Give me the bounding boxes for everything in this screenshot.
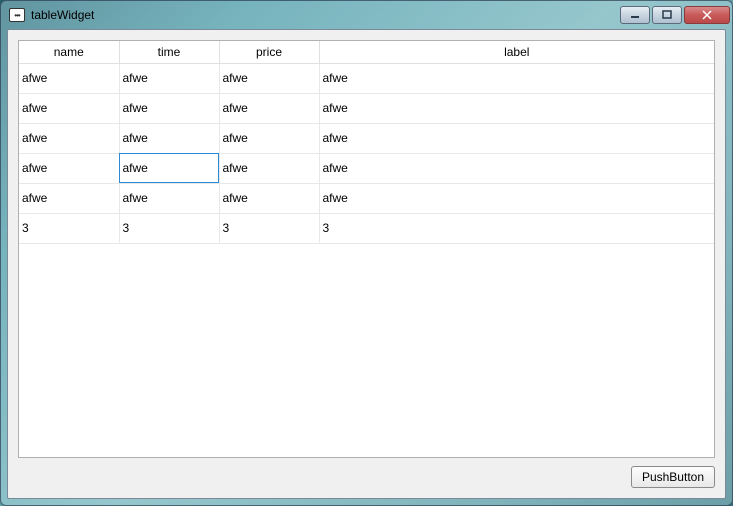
table-cell[interactable]: afwe bbox=[219, 63, 319, 93]
table-cell[interactable]: afwe bbox=[219, 183, 319, 213]
table-cell[interactable]: 3 bbox=[119, 213, 219, 243]
table-cell[interactable]: 3 bbox=[219, 213, 319, 243]
table-row: afweafweafweafwe bbox=[19, 93, 714, 123]
column-header-time[interactable]: time bbox=[119, 41, 219, 63]
column-header-price[interactable]: price bbox=[219, 41, 319, 63]
minimize-icon bbox=[630, 10, 640, 20]
close-icon bbox=[702, 10, 712, 20]
table-cell[interactable]: afwe bbox=[119, 123, 219, 153]
application-window: ••• tableWidget name time bbox=[0, 0, 733, 506]
table-cell[interactable]: afwe bbox=[119, 93, 219, 123]
table-cell[interactable]: afwe bbox=[219, 123, 319, 153]
table-cell[interactable]: 3 bbox=[319, 213, 714, 243]
table-cell[interactable]: afwe bbox=[19, 153, 119, 183]
table-cell[interactable]: afwe bbox=[219, 93, 319, 123]
table-header-row: name time price label bbox=[19, 41, 714, 63]
window-controls bbox=[618, 6, 730, 24]
table-cell[interactable]: afwe bbox=[19, 63, 119, 93]
table-row: 3333 bbox=[19, 213, 714, 243]
table-cell[interactable]: afwe bbox=[119, 63, 219, 93]
table-cell[interactable]: 3 bbox=[19, 213, 119, 243]
table-cell[interactable]: afwe bbox=[19, 183, 119, 213]
table-cell[interactable]: afwe bbox=[319, 183, 714, 213]
table-cell[interactable]: afwe bbox=[219, 153, 319, 183]
table-cell[interactable]: afwe bbox=[319, 93, 714, 123]
table-cell[interactable]: afwe bbox=[319, 123, 714, 153]
titlebar[interactable]: ••• tableWidget bbox=[1, 1, 732, 29]
column-header-name[interactable]: name bbox=[19, 41, 119, 63]
data-table: name time price label afweafweafweafweaf… bbox=[19, 41, 714, 244]
table-cell[interactable]: afwe bbox=[119, 183, 219, 213]
minimize-button[interactable] bbox=[620, 6, 650, 24]
table-row: afweafweafweafwe bbox=[19, 183, 714, 213]
button-row: PushButton bbox=[18, 458, 715, 488]
column-header-label[interactable]: label bbox=[319, 41, 714, 63]
table-row: afweafweafweafwe bbox=[19, 63, 714, 93]
close-button[interactable] bbox=[684, 6, 730, 24]
table-cell[interactable]: afwe bbox=[19, 93, 119, 123]
maximize-icon bbox=[662, 10, 672, 20]
table-cell[interactable]: afwe bbox=[19, 123, 119, 153]
table-widget[interactable]: name time price label afweafweafweafweaf… bbox=[18, 40, 715, 458]
maximize-button[interactable] bbox=[652, 6, 682, 24]
table-row: afweafweafweafwe bbox=[19, 123, 714, 153]
window-title: tableWidget bbox=[31, 8, 94, 22]
table-cell[interactable]: afwe bbox=[119, 153, 219, 183]
table-cell[interactable]: afwe bbox=[319, 63, 714, 93]
app-icon: ••• bbox=[9, 8, 25, 22]
table-row: afweafweafweafwe bbox=[19, 153, 714, 183]
client-area: name time price label afweafweafweafweaf… bbox=[7, 29, 726, 499]
push-button[interactable]: PushButton bbox=[631, 466, 715, 488]
table-cell[interactable]: afwe bbox=[319, 153, 714, 183]
